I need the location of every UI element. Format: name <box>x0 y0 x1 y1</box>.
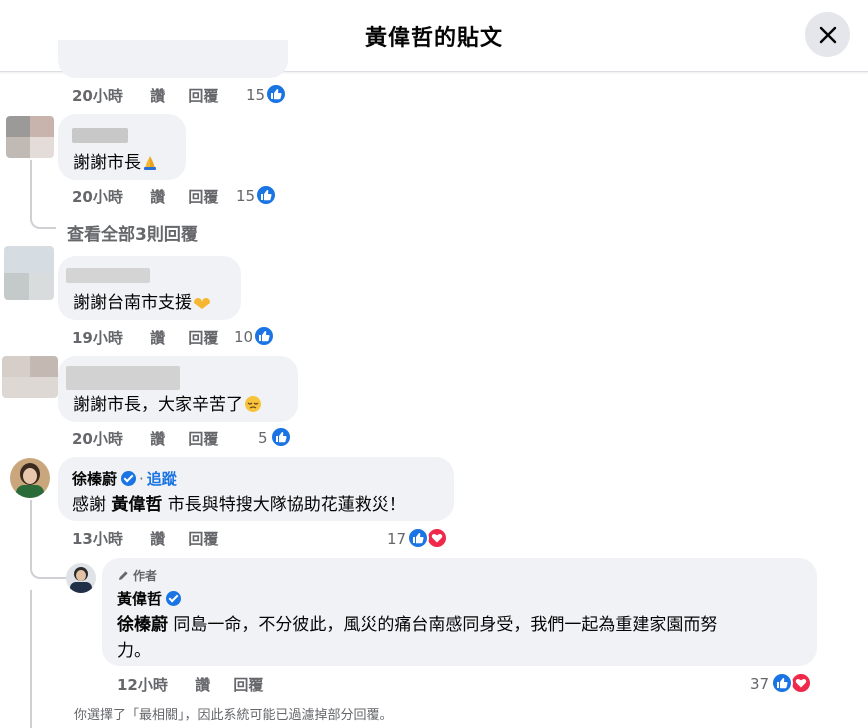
folded-hands-icon <box>141 153 159 176</box>
comment-text: 徐榛蔚 同島一命，不分彼此，風災的痛台南感同身受，我們一起為重建家園而努 <box>117 615 718 635</box>
tired-face-icon <box>243 393 263 418</box>
close-icon <box>819 26 836 43</box>
like-link[interactable]: 讚 <box>150 87 165 105</box>
comment-time[interactable]: 13小時 <box>72 530 123 548</box>
comment-text-line2: 力。 <box>117 641 151 661</box>
like-reaction-icon <box>407 527 429 549</box>
avatar[interactable] <box>4 246 54 300</box>
like-reaction-icon <box>253 325 275 347</box>
comment-time[interactable]: 20小時 <box>72 87 123 105</box>
thread-line <box>30 590 32 728</box>
love-reaction-icon <box>426 527 448 549</box>
verified-badge-icon <box>166 591 182 606</box>
reply-link[interactable]: 回覆 <box>188 87 218 105</box>
author-name-blurred[interactable] <box>66 366 180 390</box>
reply-link[interactable]: 回覆 <box>188 530 218 548</box>
comment-author[interactable]: 徐榛蔚 · 追蹤 <box>72 468 177 489</box>
close-button[interactable] <box>805 12 850 57</box>
like-reaction-icon <box>771 672 793 694</box>
comment-author[interactable]: 黃偉哲 <box>117 588 182 609</box>
avatar[interactable] <box>66 563 96 593</box>
comment-text: 謝謝市長，大家辛苦了 <box>73 390 263 418</box>
like-link[interactable]: 讚 <box>150 188 165 206</box>
comment-meta: 13小時 讚 回覆 <box>72 528 218 549</box>
like-link[interactable]: 讚 <box>150 329 165 347</box>
thread-curve <box>30 555 66 579</box>
reply-link[interactable]: 回覆 <box>188 430 218 448</box>
love-reaction-icon <box>790 672 812 694</box>
like-reaction-icon <box>270 426 292 448</box>
comment-meta: 20小時 讚 回覆 <box>72 85 218 106</box>
like-reaction-icon <box>255 184 277 206</box>
like-link[interactable]: 讚 <box>195 676 210 694</box>
follow-link[interactable]: 追蹤 <box>147 470 177 488</box>
reaction-count[interactable]: 5 <box>258 429 268 447</box>
author-badge: 作者 <box>117 567 157 585</box>
pencil-icon <box>117 569 130 585</box>
author-name-blurred[interactable] <box>72 128 128 143</box>
thread-curve <box>30 205 56 229</box>
reaction-count[interactable]: 15 <box>236 187 255 205</box>
like-link[interactable]: 讚 <box>150 430 165 448</box>
reaction-count[interactable]: 15 <box>246 86 265 104</box>
comment-time[interactable]: 19小時 <box>72 329 123 347</box>
like-link[interactable]: 讚 <box>150 530 165 548</box>
comment-text: 感謝 黃偉哲 市長與特搜大隊協助花蓮救災！ <box>72 495 406 515</box>
comment-time[interactable]: 12小時 <box>117 676 168 694</box>
avatar[interactable] <box>6 116 54 158</box>
reaction-count[interactable]: 17 <box>387 530 406 548</box>
reply-link[interactable]: 回覆 <box>188 329 218 347</box>
author-name-blurred[interactable] <box>66 268 150 283</box>
avatar[interactable] <box>10 458 50 498</box>
comment-text: 謝謝台南市支援 <box>73 288 212 316</box>
reaction-count[interactable]: 37 <box>750 675 769 693</box>
comment-time[interactable]: 20小時 <box>72 188 123 206</box>
like-reaction-icon <box>265 83 287 105</box>
verified-badge-icon <box>121 471 137 486</box>
comment-text: 謝謝市長 <box>73 148 159 176</box>
reply-link[interactable]: 回覆 <box>188 188 218 206</box>
mention-link[interactable]: 黃偉哲 <box>111 495 162 515</box>
reply-link[interactable]: 回覆 <box>233 676 263 694</box>
mention-link[interactable]: 徐榛蔚 <box>117 615 168 635</box>
comment-time[interactable]: 20小時 <box>72 430 123 448</box>
comment-meta: 20小時 讚 回覆 <box>72 186 218 207</box>
comment-bubble <box>58 40 288 78</box>
comment-meta: 12小時 讚 回覆 <box>117 674 263 695</box>
reaction-count[interactable]: 10 <box>234 328 253 346</box>
avatar[interactable] <box>2 356 58 398</box>
comment-meta: 20小時 讚 回覆 <box>72 428 218 449</box>
filter-note: 你選擇了「最相關」，因此系統可能已過濾掉部分回覆。 <box>74 708 393 723</box>
comment-meta: 19小時 讚 回覆 <box>72 327 218 348</box>
view-all-replies-link[interactable]: 查看全部3則回覆 <box>67 220 198 245</box>
heart-hands-icon <box>192 295 212 316</box>
